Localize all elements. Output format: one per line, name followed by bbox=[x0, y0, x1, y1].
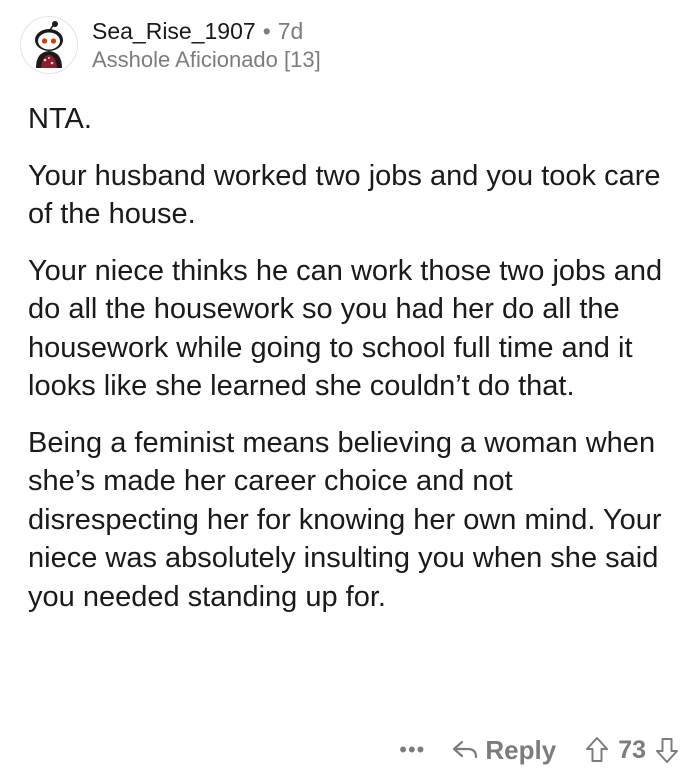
user-avatar[interactable] bbox=[20, 16, 78, 74]
reply-arrow-icon bbox=[453, 740, 478, 759]
comment-body: NTA. Your husband worked two jobs and yo… bbox=[28, 100, 678, 634]
user-flair: Asshole Aficionado [13] bbox=[92, 46, 321, 72]
upvote-button[interactable] bbox=[584, 736, 610, 764]
reply-button[interactable]: Reply bbox=[451, 735, 556, 766]
upvote-arrow-icon bbox=[586, 737, 609, 762]
user-row: Sea_Rise_1907 • 7d bbox=[92, 17, 321, 45]
vote-controls: 73 bbox=[584, 736, 680, 765]
comment-paragraph: Being a feminist means believing a woman… bbox=[28, 426, 662, 613]
reply-label: Reply bbox=[485, 734, 557, 765]
username[interactable]: Sea_Rise_1907 bbox=[92, 17, 256, 45]
comment-actions: ••• Reply 73 bbox=[399, 730, 680, 770]
comment-header: Sea_Rise_1907 • 7d Asshole Aficionado [1… bbox=[20, 10, 321, 80]
comment-age: 7d bbox=[277, 17, 304, 44]
meta-separator: • bbox=[262, 17, 271, 44]
user-meta: Sea_Rise_1907 • 7d Asshole Aficionado [1… bbox=[92, 17, 321, 74]
more-options-button[interactable]: ••• bbox=[399, 739, 425, 761]
comment-paragraph: NTA. bbox=[28, 103, 92, 135]
comment-paragraph: Your niece thinks he can work those two … bbox=[28, 254, 663, 403]
comment-paragraph: Your husband worked two jobs and you too… bbox=[28, 159, 661, 231]
comment: Sea_Rise_1907 • 7d Asshole Aficionado [1… bbox=[0, 0, 700, 777]
downvote-arrow-icon bbox=[656, 738, 678, 763]
downvote-button[interactable] bbox=[654, 736, 680, 764]
vote-count: 73 bbox=[618, 735, 646, 764]
snoo-avatar-icon bbox=[35, 21, 63, 68]
